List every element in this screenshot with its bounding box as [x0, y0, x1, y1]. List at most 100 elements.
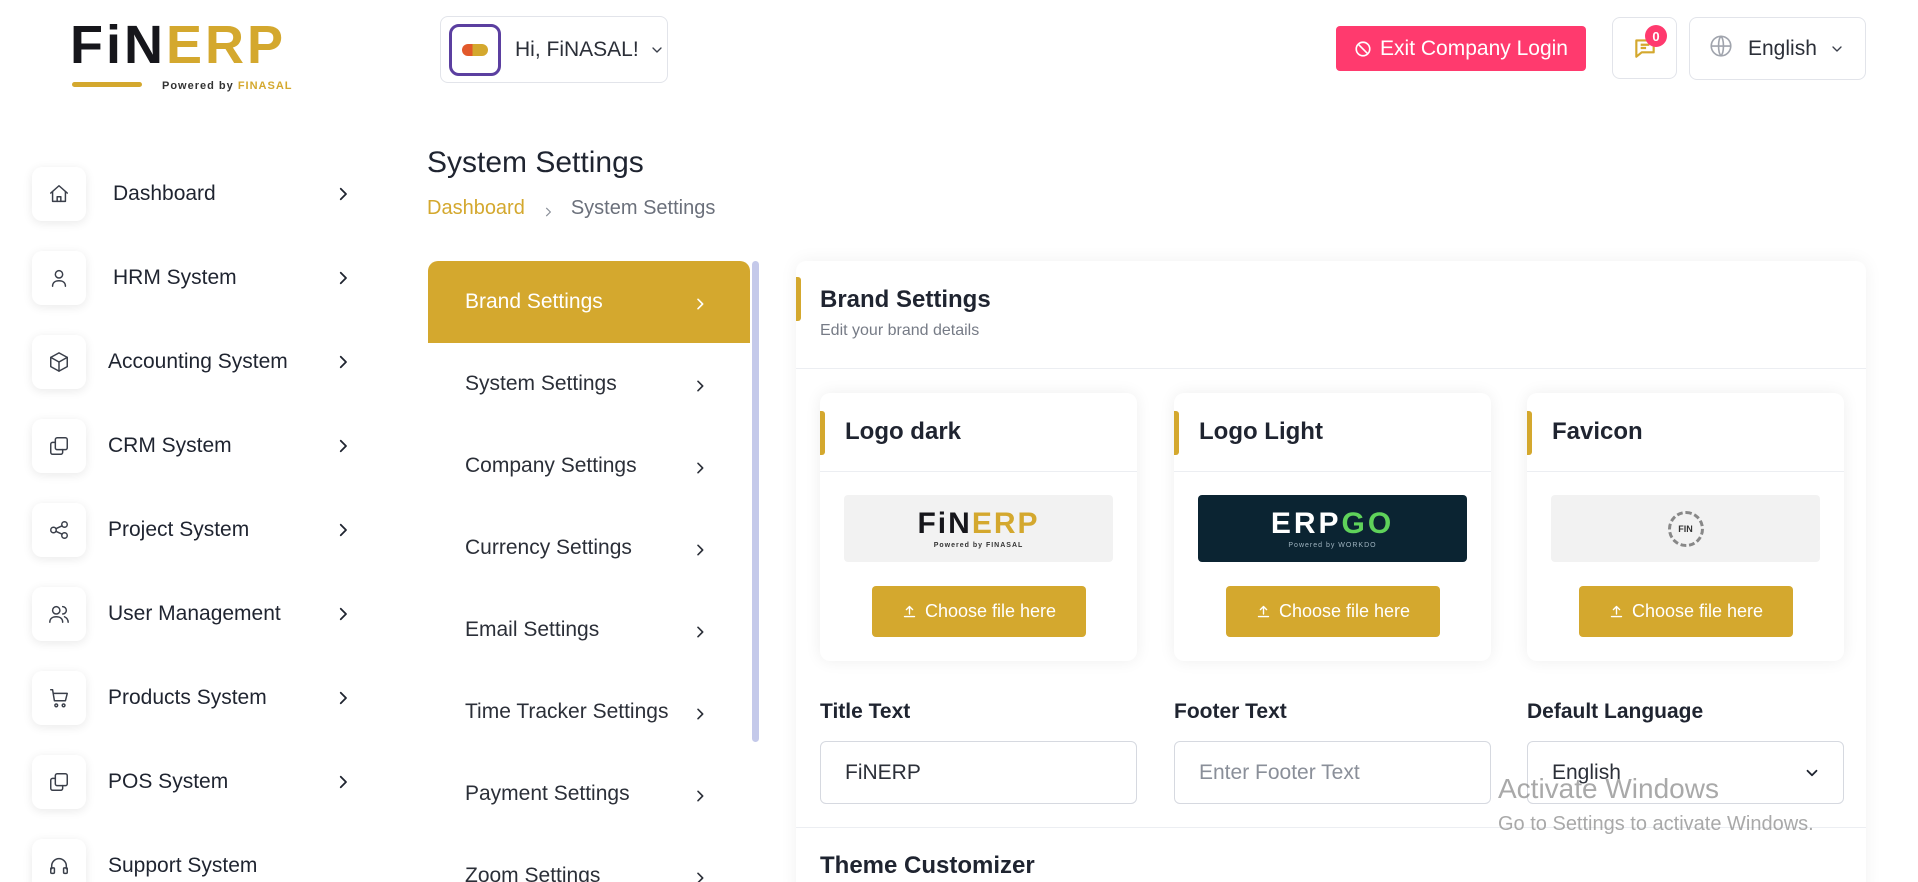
logo-card-title: Logo Light — [1199, 418, 1323, 445]
chevron-right-icon — [334, 773, 352, 791]
sidebar: FiNERP Powered by FINASAL Dashboard HRM … — [0, 0, 380, 882]
default-language-value: English — [1552, 760, 1621, 784]
breadcrumb: Dashboard System Settings — [427, 197, 715, 220]
page-title: System Settings — [427, 146, 644, 179]
settings-menu-label: Email Settings — [465, 618, 600, 641]
footer-text-input[interactable] — [1199, 760, 1469, 785]
sidebar-item-products-system[interactable]: Products System — [32, 656, 352, 740]
headset-icon — [32, 839, 86, 882]
card-accent-bar — [1174, 411, 1179, 455]
settings-menu-item-brand[interactable]: Brand Settings — [428, 261, 750, 343]
chevron-down-icon — [649, 42, 665, 58]
upload-icon — [903, 605, 916, 618]
logo-underline — [72, 82, 142, 87]
theme-customizer-title: Theme Customizer — [820, 852, 1035, 879]
settings-menu-item-payment[interactable]: Payment Settings — [428, 753, 750, 835]
user-icon — [32, 251, 86, 305]
settings-menu-item-zoom[interactable]: Zoom Settings — [428, 835, 750, 882]
favicon-card: Favicon FIN Choose file here — [1527, 393, 1844, 661]
logo-dark-card: Logo dark FiNERP Powered by FINASAL Choo… — [820, 393, 1137, 661]
settings-menu-label: Currency Settings — [465, 536, 632, 559]
logo-card-title: Favicon — [1552, 418, 1643, 445]
title-text-input[interactable] — [845, 760, 1115, 785]
section-divider — [796, 827, 1866, 828]
sidebar-item-label: CRM System — [108, 434, 232, 457]
settings-menu-label: System Settings — [465, 372, 617, 395]
choose-file-button[interactable]: Choose file here — [1226, 586, 1440, 637]
notification-badge: 0 — [1645, 25, 1667, 47]
logo-card-header: Favicon — [1527, 393, 1844, 472]
settings-menu-item-time-tracker[interactable]: Time Tracker Settings — [428, 671, 750, 753]
chevron-right-icon — [334, 185, 352, 203]
card-header: Brand Settings Edit your brand details — [796, 261, 1866, 369]
default-language-label: Default Language — [1527, 700, 1704, 723]
language-label: English — [1748, 36, 1817, 60]
avatar — [449, 23, 501, 76]
chevron-right-icon — [692, 704, 708, 720]
choose-file-button[interactable]: Choose file here — [872, 586, 1086, 637]
chevron-right-icon — [334, 437, 352, 455]
card-title: Brand Settings — [820, 286, 991, 313]
settings-menu-item-email[interactable]: Email Settings — [428, 589, 750, 671]
chevron-right-icon — [692, 376, 708, 392]
app-logo[interactable]: FiNERP Powered by FINASAL — [70, 18, 315, 92]
title-text-field[interactable] — [820, 741, 1137, 804]
chevron-right-icon — [692, 868, 708, 882]
sidebar-item-label: Project System — [108, 518, 250, 541]
chevron-down-icon — [1803, 764, 1821, 782]
settings-menu-item-company[interactable]: Company Settings — [428, 425, 750, 507]
sidebar-nav: Dashboard HRM System Accounting System C… — [32, 152, 352, 882]
box-icon — [32, 335, 86, 389]
sidebar-item-label: Dashboard — [113, 182, 216, 205]
settings-menu-scrollbar[interactable] — [752, 261, 759, 742]
settings-menu-item-currency[interactable]: Currency Settings — [428, 507, 750, 589]
share-icon — [32, 503, 86, 557]
default-language-select[interactable]: English — [1527, 741, 1844, 804]
sidebar-item-dashboard[interactable]: Dashboard — [32, 152, 352, 236]
sidebar-item-label: POS System — [108, 770, 229, 793]
notification-button[interactable]: 0 — [1612, 17, 1677, 79]
chevron-right-icon — [692, 786, 708, 802]
sidebar-item-pos-system[interactable]: POS System — [32, 740, 352, 824]
chevron-right-icon — [692, 458, 708, 474]
favicon-preview: FIN — [1551, 495, 1820, 562]
sidebar-item-accounting-system[interactable]: Accounting System — [32, 320, 352, 404]
title-text-label: Title Text — [820, 700, 911, 723]
exit-company-login-button[interactable]: Exit Company Login — [1336, 26, 1586, 71]
sidebar-item-label: HRM System — [113, 266, 237, 289]
settings-menu: Brand Settings System Settings Company S… — [428, 261, 750, 882]
sidebar-item-project-system[interactable]: Project System — [32, 488, 352, 572]
card-accent-bar — [1527, 411, 1532, 455]
cart-icon — [32, 671, 86, 725]
footer-text-field[interactable] — [1174, 741, 1491, 804]
sidebar-item-crm-system[interactable]: CRM System — [32, 404, 352, 488]
settings-menu-label: Time Tracker Settings — [465, 700, 669, 723]
logo-dark-preview: FiNERP Powered by FINASAL — [844, 495, 1113, 562]
language-selector[interactable]: English — [1689, 17, 1866, 80]
sidebar-item-hrm-system[interactable]: HRM System — [32, 236, 352, 320]
logo-card-header: Logo dark — [820, 393, 1137, 472]
sidebar-item-support-system[interactable]: Support System — [32, 824, 352, 882]
footer-text-label: Footer Text — [1174, 700, 1287, 723]
user-menu-button[interactable]: Hi, FiNASAL! — [440, 16, 668, 83]
logo-powered-by: Powered by FINASAL — [162, 80, 293, 92]
sidebar-item-label: Accounting System — [108, 350, 288, 373]
settings-menu-label: Brand Settings — [465, 290, 603, 313]
exit-company-login-label: Exit Company Login — [1380, 36, 1568, 60]
card-accent-bar — [796, 277, 801, 321]
sidebar-item-label: Products System — [108, 686, 267, 709]
logo-light-card: Logo Light ERPGO Powered by WORKDO Choos… — [1174, 393, 1491, 661]
layers-icon — [32, 419, 86, 473]
layers-icon — [32, 755, 86, 809]
card-accent-bar — [820, 411, 825, 455]
choose-file-button[interactable]: Choose file here — [1579, 586, 1793, 637]
settings-menu-label: Company Settings — [465, 454, 637, 477]
logo-card-title: Logo dark — [845, 418, 962, 445]
sidebar-item-user-management[interactable]: User Management — [32, 572, 352, 656]
breadcrumb-dashboard-link[interactable]: Dashboard — [427, 197, 525, 220]
settings-menu-item-system[interactable]: System Settings — [428, 343, 750, 425]
home-icon — [32, 167, 86, 221]
settings-menu-label: Payment Settings — [465, 782, 630, 805]
block-icon — [1355, 40, 1371, 57]
logo-light-preview: ERPGO Powered by WORKDO — [1198, 495, 1467, 562]
